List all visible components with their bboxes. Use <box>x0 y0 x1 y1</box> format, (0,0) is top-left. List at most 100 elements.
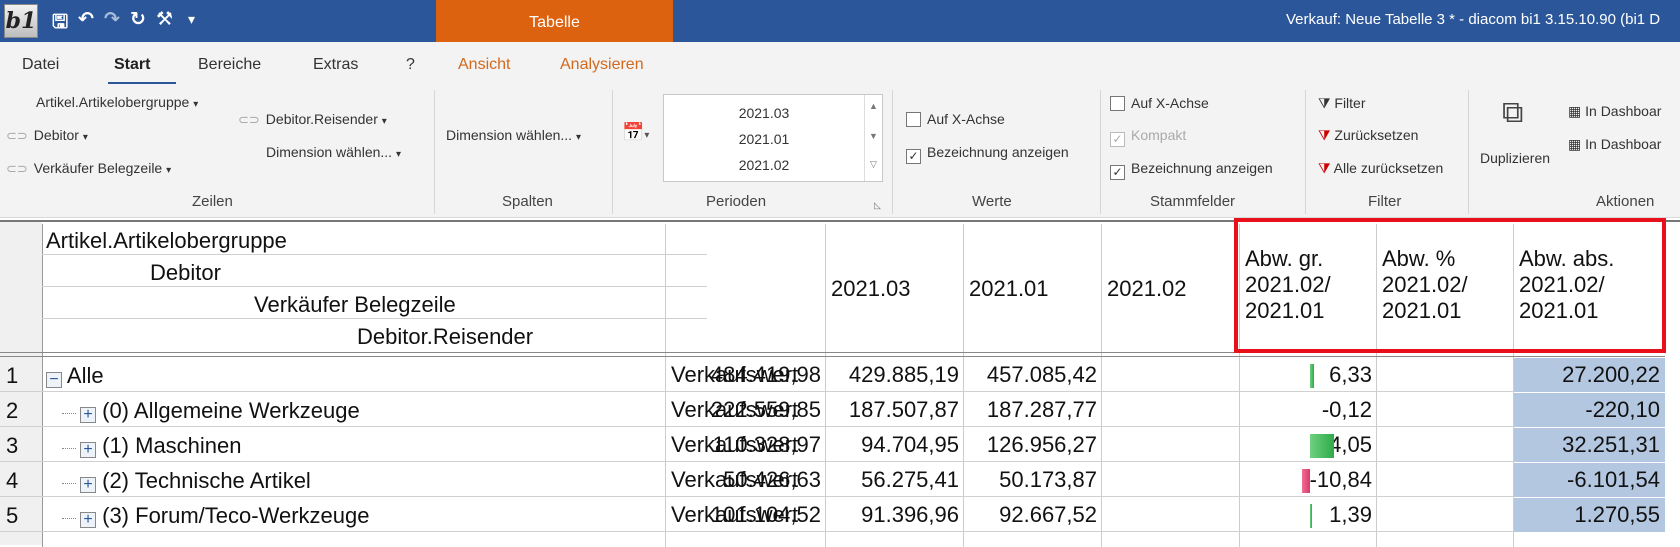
grid-line <box>825 224 826 547</box>
ribbon-tabs: Datei Start Bereiche Extras ? Ansicht An… <box>0 42 1680 85</box>
row-header-verkaeufer[interactable]: Verkäufer Belegzeile <box>254 292 456 318</box>
value-cell[interactable]: 222.559,85 <box>711 397 821 423</box>
werte-bezeichnung[interactable]: ✓ Bezeichnung anzeigen <box>906 144 1069 164</box>
row-number: 3 <box>6 433 19 458</box>
value-cell[interactable]: 126.956,27 <box>987 432 1097 458</box>
checkbox-label: Auf X-Achse <box>1131 95 1209 111</box>
column-header-2021-02[interactable]: 2021.02 <box>1107 276 1187 302</box>
pct-cell[interactable]: 1,39 <box>1329 502 1372 528</box>
context-tab-tabelle[interactable]: Tabelle <box>436 0 673 42</box>
pct-cell[interactable]: 6,33 <box>1329 362 1372 388</box>
expand-icon[interactable]: + <box>80 442 96 458</box>
value-cell[interactable]: 50.426,63 <box>723 467 821 493</box>
column-dimension-select[interactable]: Dimension wählen... ▾ <box>446 127 581 143</box>
reset-all-filters-button[interactable]: ⧩ Alle zurücksetzen <box>1318 160 1443 177</box>
period-list[interactable]: 2021.03 2021.01 2021.02 ▲ ▼ ▽ <box>663 94 883 182</box>
to-dashboard-button[interactable]: ▦ In Dashboar <box>1568 103 1661 120</box>
row-header-reisender[interactable]: Debitor.Reisender <box>357 324 533 350</box>
expand-icon[interactable]: + <box>80 477 96 493</box>
scroll-up-icon[interactable]: ▲ <box>865 101 882 111</box>
row-label[interactable]: + (1) Maschinen <box>62 433 242 459</box>
value-cell[interactable]: 92.667,52 <box>999 502 1097 528</box>
row-label-text: Alle <box>66 363 104 388</box>
row-dim-artikelobergruppe[interactable]: Artikel.Artikelobergruppe ▾ <box>36 94 198 110</box>
grid-line <box>0 496 1665 497</box>
duplicate-button[interactable]: Duplizieren <box>1480 150 1550 166</box>
period-item[interactable]: 2021.03 <box>664 105 864 121</box>
period-item[interactable]: 2021.02 <box>664 157 864 173</box>
tab-extras[interactable]: Extras <box>313 56 358 74</box>
refresh-icon[interactable]: ↻ <box>130 8 146 30</box>
tools-icon[interactable]: ⚒ <box>156 8 173 30</box>
reset-filter-button[interactable]: ⧩ Zurücksetzen <box>1318 127 1418 144</box>
row-label[interactable]: + (3) Forum/Teco-Werkzeuge <box>62 503 369 529</box>
werte-auf-x-achse[interactable]: Auf X-Achse <box>906 111 1005 127</box>
tab-help[interactable]: ? <box>406 56 415 74</box>
deviation-bar <box>1310 434 1334 458</box>
expand-icon[interactable]: + <box>80 512 96 528</box>
save-icon[interactable]: 🖫 <box>52 8 68 40</box>
pct-cell[interactable]: -0,12 <box>1322 397 1372 423</box>
row-header-debitor[interactable]: Debitor <box>150 260 221 286</box>
row-dim-label: Verkäufer Belegzeile <box>33 160 163 176</box>
checkbox-unchecked[interactable] <box>906 112 921 127</box>
row-dim-debitor[interactable]: ⊂⊃ Debitor ▾ <box>6 127 88 144</box>
expand-icon[interactable]: ▽ <box>865 159 882 170</box>
calendar-icon[interactable]: 📅▾ <box>622 122 649 143</box>
row-dim-verkaeufer[interactable]: ⊂⊃ Verkäufer Belegzeile ▾ <box>6 160 171 177</box>
row-label[interactable]: + (0) Allgemeine Werkzeuge <box>62 398 360 424</box>
value-cell[interactable]: 187.287,77 <box>987 397 1097 423</box>
row-dim-label: Dimension wählen... <box>266 144 393 160</box>
column-header-2021-01[interactable]: 2021.01 <box>969 276 1049 302</box>
separator <box>1305 90 1306 214</box>
deviation-bar <box>1310 504 1312 528</box>
tab-analysieren[interactable]: Analysieren <box>560 56 644 74</box>
value-cell[interactable]: 91.396,96 <box>861 502 959 528</box>
row-label[interactable]: + (2) Technische Artikel <box>62 468 311 494</box>
duplicate-icon[interactable]: ⧉ <box>1502 96 1523 130</box>
window-title: Verkauf: Neue Tabelle 3 * - diacom bi1 3… <box>1286 11 1661 28</box>
row-label[interactable]: − Alle <box>46 363 104 389</box>
value-cell[interactable]: 50.173,87 <box>999 467 1097 493</box>
tab-bereiche[interactable]: Bereiche <box>198 56 261 74</box>
value-cell[interactable]: 110.328,97 <box>713 432 821 458</box>
tab-ansicht[interactable]: Ansicht <box>458 56 510 74</box>
redo-icon[interactable]: ↷ <box>104 8 120 30</box>
stamm-auf-x-achse[interactable]: Auf X-Achse <box>1110 95 1209 111</box>
expand-icon[interactable]: + <box>80 407 96 423</box>
row-dim-label: Debitor <box>33 127 79 143</box>
abs-cell[interactable]: 32.251,31 <box>1562 432 1660 458</box>
row-header-artikelobergruppe[interactable]: Artikel.Artikelobergruppe <box>46 228 287 254</box>
pct-cell[interactable]: -10,84 <box>1310 467 1372 493</box>
checkbox-checked[interactable]: ✓ <box>1110 165 1125 180</box>
filter-button[interactable]: ⧩ Filter <box>1318 95 1366 112</box>
tab-datei[interactable]: Datei <box>22 56 59 74</box>
abs-cell[interactable]: -220,10 <box>1585 397 1660 423</box>
tab-start[interactable]: Start <box>114 56 150 74</box>
checkbox-checked[interactable]: ✓ <box>906 149 921 164</box>
value-cell[interactable]: 429.885,19 <box>849 362 959 388</box>
filter-reset-icon: ⧩ <box>1318 127 1331 143</box>
customize-qat-icon[interactable]: ▾ <box>188 12 195 28</box>
checkbox-unchecked[interactable] <box>1110 96 1125 111</box>
collapse-icon[interactable]: − <box>46 372 62 388</box>
value-cell[interactable]: 94.704,95 <box>861 432 959 458</box>
to-dashboard-button-2[interactable]: ▦ In Dashboar <box>1568 136 1661 153</box>
value-cell[interactable]: 484.419,98 <box>711 362 821 388</box>
value-cell[interactable]: 187.507,87 <box>849 397 959 423</box>
row-dim-reisender[interactable]: ⊂⊃ Debitor.Reisender ▾ <box>238 111 387 128</box>
period-list-scrollbar[interactable]: ▲ ▼ ▽ <box>864 95 882 181</box>
value-cell[interactable]: 56.275,41 <box>861 467 959 493</box>
stamm-bezeichnung[interactable]: ✓ Bezeichnung anzeigen <box>1110 160 1273 180</box>
abs-cell[interactable]: -6.101,54 <box>1567 467 1660 493</box>
period-item[interactable]: 2021.01 <box>664 131 864 147</box>
undo-icon[interactable]: ↶ <box>78 8 94 30</box>
dialog-launcher-icon[interactable]: ◺ <box>874 200 881 211</box>
column-header-2021-03[interactable]: 2021.03 <box>831 276 911 302</box>
row-dimension-select[interactable]: Dimension wählen... ▾ <box>266 144 401 160</box>
value-cell[interactable]: 101.104,52 <box>711 502 821 528</box>
value-cell[interactable]: 457.085,42 <box>987 362 1097 388</box>
abs-cell[interactable]: 1.270,55 <box>1574 502 1660 528</box>
abs-cell[interactable]: 27.200,22 <box>1562 362 1660 388</box>
scroll-down-icon[interactable]: ▼ <box>865 131 882 141</box>
